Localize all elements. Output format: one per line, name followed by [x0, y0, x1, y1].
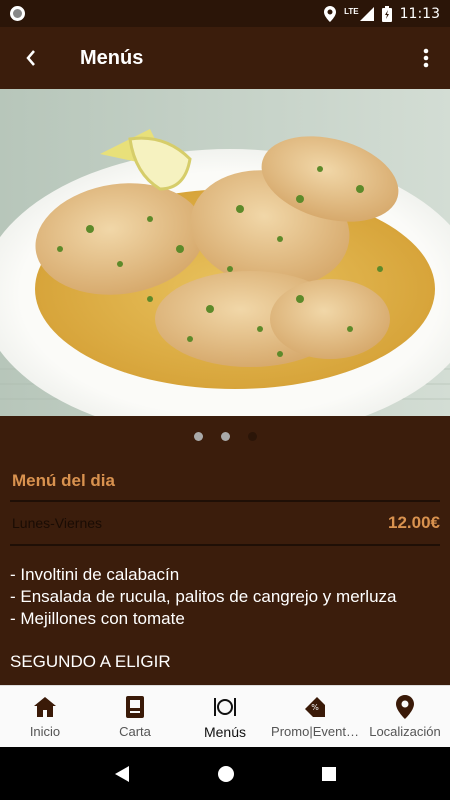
menu-title: Menú del dia: [12, 471, 115, 490]
signal-icon: LTE: [344, 6, 374, 21]
status-left: [10, 6, 25, 21]
home-circle-icon[interactable]: [217, 765, 235, 783]
nav-item-inicio[interactable]: Inicio: [0, 686, 90, 747]
recents-square-icon[interactable]: [321, 766, 337, 782]
home-icon: [32, 694, 58, 720]
more-vert-icon: [423, 48, 429, 68]
nav-item-localizacion[interactable]: Localización: [360, 686, 450, 747]
nav-label: Localización: [369, 724, 441, 739]
svg-text:%: %: [311, 703, 319, 712]
nav-label: Menús: [203, 723, 247, 740]
battery-icon: [381, 5, 392, 22]
plate-cutlery-icon: [212, 694, 238, 720]
notification-icon: [10, 6, 25, 21]
page-title: Menús: [80, 46, 144, 69]
carousel-dot[interactable]: [193, 432, 203, 441]
menu-card-icon: [122, 694, 148, 720]
clock: 11:13: [399, 5, 440, 22]
menu-item: - Ensalada de rucula, palitos de cangrej…: [10, 587, 397, 606]
nav-label: Promo|Event…: [271, 724, 359, 739]
carousel-indicator: [0, 432, 450, 441]
nav-label: Carta: [119, 724, 151, 739]
nav-item-menus[interactable]: Menús: [180, 686, 270, 747]
nav-item-carta[interactable]: Carta: [90, 686, 180, 747]
menu-items: - Involtini de calabacín - Ensalada de r…: [10, 564, 440, 630]
back-triangle-icon[interactable]: [113, 765, 131, 783]
menu-item: - Involtini de calabacín: [10, 565, 180, 584]
network-type: LTE: [344, 6, 359, 16]
chevron-left-icon: [26, 50, 35, 66]
menu-content: Menú del dia Lunes-Viernes 12.00€ - Invo…: [0, 460, 450, 685]
bottom-navigation: Inicio Carta Menús % Promo|Event… Locali…: [0, 685, 450, 747]
status-bar: LTE 11:13: [0, 0, 450, 27]
nav-label: Inicio: [29, 724, 61, 739]
location-pin-icon: [392, 694, 418, 720]
food-photo: [0, 89, 450, 416]
carousel-dot-active[interactable]: [247, 432, 257, 441]
promo-tag-icon: %: [302, 694, 328, 720]
location-icon: [324, 5, 337, 22]
overflow-menu-button[interactable]: [402, 27, 450, 89]
status-right: LTE 11:13: [324, 5, 440, 22]
back-button[interactable]: [0, 27, 62, 89]
section-heading: SEGUNDO A ELIGIR: [10, 652, 171, 671]
divider: [10, 544, 440, 546]
menu-days: Lunes-Viernes: [12, 515, 103, 531]
carousel-image[interactable]: [0, 89, 450, 416]
menu-price: 12.00€: [388, 513, 440, 532]
price-row: Lunes-Viernes 12.00€: [10, 502, 440, 544]
system-navigation-bar: [0, 747, 450, 800]
nav-item-promo[interactable]: % Promo|Event…: [270, 686, 360, 747]
menu-item: - Mejillones con tomate: [10, 609, 185, 628]
app-bar: Menús: [0, 27, 450, 89]
carousel-dot[interactable]: [220, 432, 230, 441]
